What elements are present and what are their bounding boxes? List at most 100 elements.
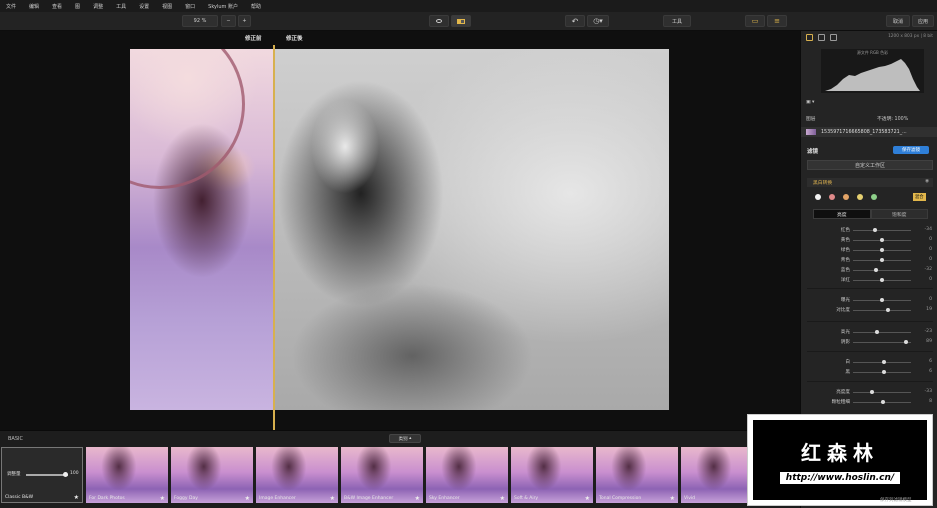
layer-item[interactable]: 1535971716665808_173583721_... bbox=[801, 127, 937, 137]
red-channel-dot[interactable] bbox=[829, 194, 835, 200]
apply-button[interactable]: 应用 bbox=[912, 15, 934, 27]
slider-row[interactable]: 亮度度 -33 bbox=[801, 389, 937, 397]
compare-divider-handle[interactable] bbox=[273, 45, 275, 430]
layers-tab-icon[interactable] bbox=[818, 33, 825, 41]
layout-button[interactable]: ▭ bbox=[745, 15, 765, 27]
preset-thumb-active[interactable]: 调整量 100 Classic B&W ★ bbox=[1, 447, 83, 503]
menu-help[interactable]: 帮助 bbox=[251, 3, 261, 10]
slider-track[interactable] bbox=[853, 310, 911, 311]
slider-row[interactable]: 颗粒粗细 8 bbox=[801, 399, 937, 407]
slider-knob[interactable] bbox=[880, 238, 884, 242]
compare-button[interactable] bbox=[451, 15, 471, 27]
slider-track[interactable] bbox=[853, 332, 911, 333]
menu-window[interactable]: 窗口 bbox=[185, 3, 195, 10]
slider-knob[interactable] bbox=[885, 308, 890, 312]
slider-row[interactable]: 青色 0 bbox=[801, 257, 937, 265]
slider-track[interactable] bbox=[853, 392, 911, 393]
slider-knob[interactable] bbox=[880, 298, 884, 302]
preset-thumb[interactable]: Tonal Compression ★ bbox=[596, 447, 678, 503]
star-icon[interactable]: ★ bbox=[160, 495, 165, 502]
slider-row[interactable]: 黑6 bbox=[801, 369, 937, 377]
save-filters-button[interactable]: 保存滤镜 bbox=[893, 146, 929, 154]
cancel-button[interactable]: 取消 bbox=[886, 15, 910, 27]
info-tab-icon[interactable] bbox=[830, 33, 837, 41]
slider-track[interactable] bbox=[853, 342, 911, 343]
layers-label: 图层 bbox=[806, 117, 816, 122]
menu-account[interactable]: Skylum 账户 bbox=[208, 3, 238, 10]
zoom-select[interactable]: 92 % bbox=[182, 15, 218, 27]
panel-view-icon[interactable]: ▣ ▾ bbox=[806, 100, 814, 105]
slider-row[interactable]: 蓝色 -32 bbox=[801, 267, 937, 275]
slider-knob[interactable] bbox=[904, 340, 909, 344]
amount-knob[interactable] bbox=[63, 472, 68, 477]
white-channel-dot[interactable] bbox=[815, 194, 821, 200]
slider-knob[interactable] bbox=[880, 248, 884, 252]
panel-button[interactable]: ≡ bbox=[767, 15, 787, 27]
star-icon[interactable]: ★ bbox=[500, 495, 505, 502]
slider-knob[interactable] bbox=[880, 258, 884, 262]
orange-channel-dot[interactable] bbox=[843, 194, 849, 200]
preset-thumb[interactable]: Soft & Airy ★ bbox=[511, 447, 593, 503]
slider-row[interactable]: 黄色 0 bbox=[801, 237, 937, 245]
preset-thumb[interactable]: Foggy Day ★ bbox=[171, 447, 253, 503]
yellow-channel-dot[interactable] bbox=[857, 194, 863, 200]
preset-thumb[interactable]: For Dark Photos ★ bbox=[86, 447, 168, 503]
slider-knob[interactable] bbox=[874, 268, 879, 272]
slider-knob[interactable] bbox=[881, 360, 886, 364]
zoom-out-button[interactable]: − bbox=[221, 15, 236, 27]
slider-knob[interactable] bbox=[881, 400, 886, 404]
slider-row[interactable]: 红色 -34 bbox=[801, 227, 937, 235]
amount-slider[interactable] bbox=[26, 472, 68, 477]
workspace-select[interactable]: 自定义工作区 bbox=[807, 160, 933, 170]
slider-row[interactable]: 白6 bbox=[801, 359, 937, 367]
green-channel-dot[interactable] bbox=[871, 194, 877, 200]
category-dropdown[interactable]: 类别 ▴ bbox=[389, 434, 421, 443]
zoom-in-button[interactable]: + bbox=[238, 15, 251, 27]
bw-conversion-section[interactable]: 黑白转换 bbox=[807, 178, 933, 187]
image-tab-icon[interactable] bbox=[806, 33, 813, 41]
luminance-tab[interactable]: 亮度 bbox=[813, 209, 871, 219]
menu-view2[interactable]: 视图 bbox=[162, 3, 172, 10]
mix-button[interactable]: 混合 bbox=[913, 193, 926, 201]
preset-thumb[interactable]: Image Enhancer ★ bbox=[256, 447, 338, 503]
preset-name: Foggy Day bbox=[174, 496, 198, 501]
slider-row[interactable]: 阴影 89 bbox=[801, 339, 937, 347]
slider-row[interactable]: 高光 -23 bbox=[801, 329, 937, 337]
slider-row[interactable]: 洋红 0 bbox=[801, 277, 937, 285]
undo-button[interactable]: ↶ bbox=[565, 15, 585, 27]
slider-row[interactable]: 对比度 19 bbox=[801, 307, 937, 315]
saturation-tab[interactable]: 饱和度 bbox=[870, 209, 928, 219]
menu-file[interactable]: 文件 bbox=[6, 3, 16, 10]
history-button[interactable]: ◷▾ bbox=[587, 15, 609, 27]
slider-row[interactable]: 绿色 0 bbox=[801, 247, 937, 255]
filters-title[interactable]: 滤镜 bbox=[807, 147, 818, 155]
star-icon[interactable]: ★ bbox=[415, 495, 420, 502]
slider-knob[interactable] bbox=[869, 390, 874, 394]
menu-adjust[interactable]: 调整 bbox=[93, 3, 103, 10]
menu-edit[interactable]: 编辑 bbox=[29, 3, 39, 10]
slider-row[interactable]: 曝光 0 bbox=[801, 297, 937, 305]
visibility-eye-icon[interactable]: ◉ bbox=[925, 179, 929, 184]
slider-track[interactable] bbox=[853, 230, 911, 231]
preset-thumb[interactable]: B&W Image Enhancer ★ bbox=[341, 447, 423, 503]
slider-knob[interactable] bbox=[875, 330, 880, 334]
menu-settings[interactable]: 设置 bbox=[139, 3, 149, 10]
menu-view[interactable]: 查看 bbox=[52, 3, 62, 10]
menu-tools[interactable]: 工具 bbox=[116, 3, 126, 10]
preset-thumb[interactable]: Sky Enhancer ★ bbox=[426, 447, 508, 503]
star-icon[interactable]: ★ bbox=[74, 494, 79, 501]
slider-knob[interactable] bbox=[873, 228, 878, 232]
preview-toggle-button[interactable] bbox=[429, 15, 449, 27]
undo-icon: ↶ bbox=[571, 16, 579, 26]
tools-button[interactable]: 工具 bbox=[663, 15, 691, 27]
slider-track[interactable] bbox=[853, 270, 911, 271]
star-icon[interactable]: ★ bbox=[670, 495, 675, 502]
slider-knob[interactable] bbox=[881, 370, 886, 374]
save-to-model-button[interactable]: 保存到滤镜模型 bbox=[880, 497, 912, 503]
menu-image[interactable]: 图 bbox=[75, 3, 80, 10]
slider-knob[interactable] bbox=[880, 278, 884, 282]
star-icon[interactable]: ★ bbox=[245, 495, 250, 502]
opacity-label[interactable]: 不透明: 100% bbox=[877, 115, 908, 122]
star-icon[interactable]: ★ bbox=[330, 495, 335, 502]
star-icon[interactable]: ★ bbox=[585, 495, 590, 502]
